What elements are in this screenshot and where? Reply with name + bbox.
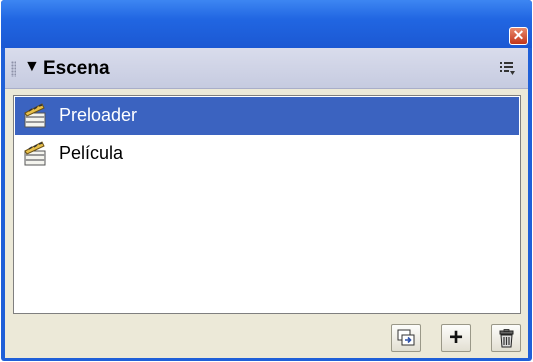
panel-header[interactable]: ▼ Escena bbox=[5, 48, 528, 89]
drag-grip-icon[interactable] bbox=[11, 61, 16, 77]
add-scene-icon: + bbox=[448, 324, 463, 351]
scene-label: Preloader bbox=[59, 105, 138, 125]
delete-scene-icon bbox=[499, 329, 514, 348]
clapperboard-icon bbox=[24, 141, 46, 166]
title-bar[interactable]: ✕ bbox=[1, 0, 532, 48]
scene-label: Película bbox=[59, 143, 124, 163]
scene-panel: ▼ Escena Preloader Película + bbox=[5, 48, 528, 358]
duplicate-scene-icon bbox=[397, 329, 415, 346]
collapse-arrow-icon[interactable]: ▼ bbox=[24, 58, 40, 76]
panel-title: Escena bbox=[43, 58, 110, 79]
duplicate-scene-button[interactable] bbox=[391, 324, 421, 352]
panel-options-menu-icon[interactable] bbox=[499, 60, 516, 77]
close-icon: ✕ bbox=[512, 27, 525, 43]
add-scene-button[interactable]: + bbox=[441, 324, 471, 352]
close-button[interactable]: ✕ bbox=[509, 27, 528, 45]
delete-scene-button[interactable] bbox=[491, 324, 521, 352]
scene-panel-window: ✕ ▼ Escena Preloader Película + bbox=[1, 0, 532, 361]
clapperboard-icon bbox=[24, 103, 46, 128]
scene-list[interactable]: Preloader Película bbox=[13, 95, 521, 314]
scene-list-item-pelicula[interactable]: Película bbox=[15, 135, 519, 173]
scene-list-item-preloader[interactable]: Preloader bbox=[15, 97, 519, 135]
